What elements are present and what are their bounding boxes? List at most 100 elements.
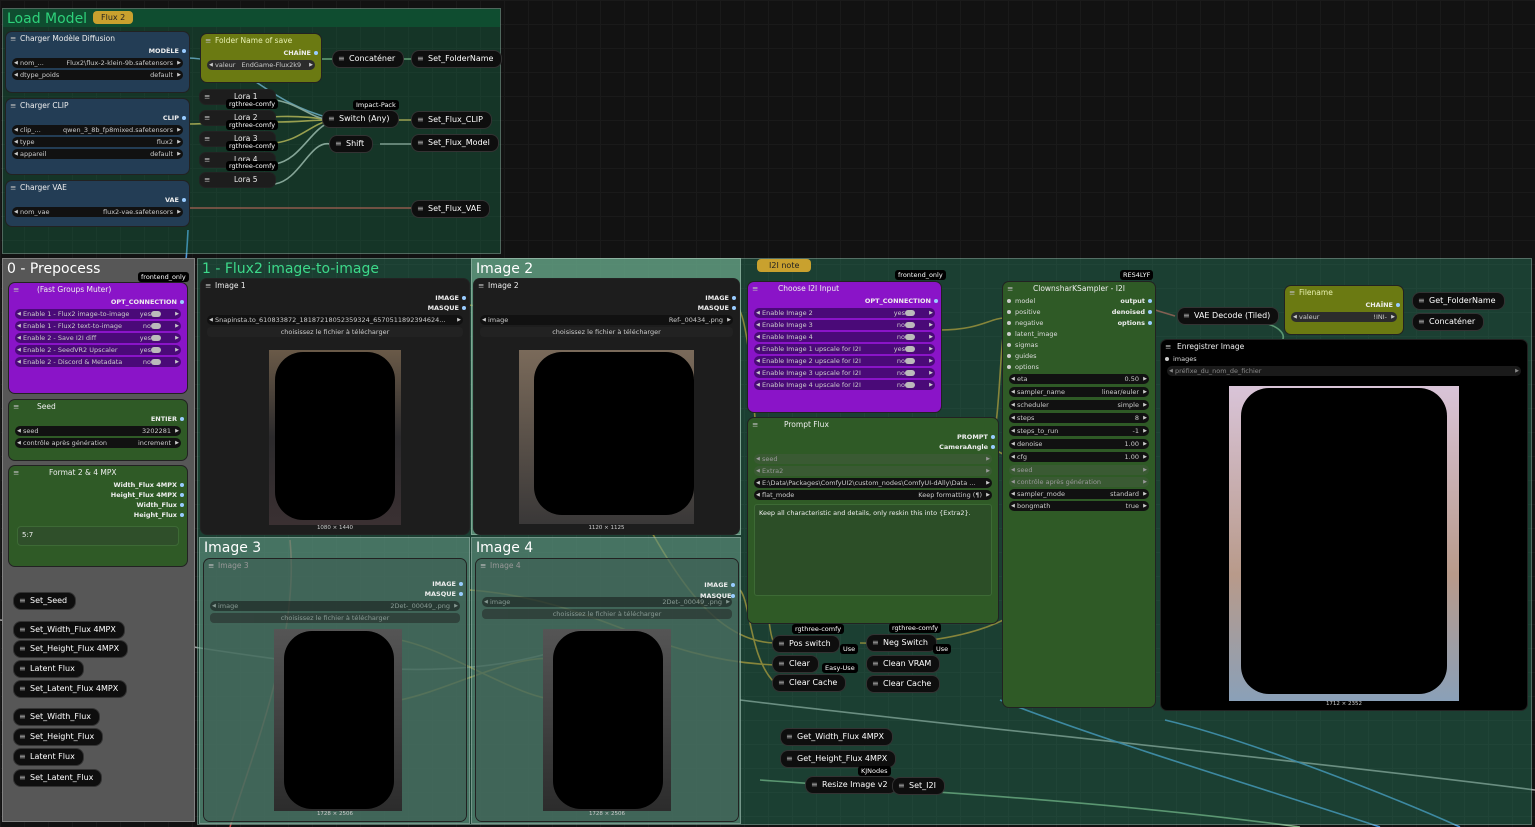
switch-any-node[interactable]: Switch (Any): [323, 111, 398, 127]
set-i2i-node[interactable]: Set_I2I: [893, 778, 944, 794]
resize-image-node[interactable]: Resize Image v2: [806, 777, 896, 793]
widget-scheduler[interactable]: schedulersimple: [1009, 400, 1149, 410]
muter-toggle-row[interactable]: Enable 2 - SeedVR2 Upscaleryes: [15, 345, 181, 355]
output-opt-connection[interactable]: OPT_CONNECTION: [748, 296, 941, 306]
format-node[interactable]: Format 2 & 4 MPX Width_Flux 4MPX Height_…: [9, 466, 187, 566]
set-node[interactable]: Set_Height_Flux 4MPX: [14, 641, 128, 657]
filename-node[interactable]: Filename CHAÎNE valeur!INI-: [1285, 286, 1403, 334]
seed-control-widget[interactable]: contrôle après générationincrement: [15, 438, 181, 448]
output-string[interactable]: CHAÎNE: [1285, 300, 1403, 310]
choose-toggle-row[interactable]: Enable Image 3 upscale for I2Ino: [754, 368, 935, 378]
output-height[interactable]: Height_Flux: [9, 510, 187, 520]
input-guides[interactable]: guides: [1003, 351, 1037, 361]
output-int[interactable]: ENTIER: [9, 414, 187, 424]
extra-input[interactable]: Extra2: [754, 466, 992, 476]
set-node[interactable]: Latent Flux: [14, 749, 83, 765]
output-image[interactable]: IMAGE: [474, 293, 739, 303]
output-camera-angle[interactable]: CameraAngle: [748, 442, 998, 452]
muter-toggle-row[interactable]: Enable 1 - Flux2 image-to-imageyes: [15, 309, 181, 319]
get-foldername-node[interactable]: Get_FolderName: [1413, 293, 1504, 309]
toggle-switch[interactable]: [905, 322, 915, 328]
image4-output-image[interactable]: IMAGE: [700, 580, 738, 590]
output-width[interactable]: Width_Flux: [9, 500, 187, 510]
clip-loader-node[interactable]: Charger CLIP CLIP clip_...qwen_3_8b_fp8m…: [6, 99, 189, 174]
image-2-node[interactable]: Image 2 IMAGE MASQUE imageRef-_00434_.pn…: [474, 279, 739, 534]
choose-i2i-node[interactable]: Choose I2I Input OPT_CONNECTION Enable I…: [748, 282, 941, 412]
type-widget[interactable]: typeflux2: [12, 137, 183, 147]
image-1-node[interactable]: Image 1 IMAGE MASQUE Snapinsta.to_610833…: [201, 279, 469, 534]
toggle-switch[interactable]: [905, 358, 915, 364]
vae-name-widget[interactable]: nom_vaeflux2-vae.safetensors: [12, 207, 183, 217]
seed-widget[interactable]: seed3202281: [15, 426, 181, 436]
choose-toggle-row[interactable]: Enable Image 2yes: [754, 308, 935, 318]
input-positive[interactable]: positive: [1003, 307, 1041, 317]
set-node[interactable]: Set_Height_Flux: [14, 729, 103, 745]
image4-output-mask[interactable]: MASQUE: [700, 591, 738, 601]
set-foldername-node[interactable]: Set_FolderName: [412, 51, 502, 67]
output-output[interactable]: output: [1120, 296, 1155, 306]
output-mask[interactable]: MASQUE: [204, 589, 466, 599]
output-model[interactable]: MODÈLE: [6, 46, 189, 56]
output-clip[interactable]: CLIP: [6, 113, 189, 123]
input-latent_image[interactable]: latent_image: [1003, 329, 1058, 339]
output-image[interactable]: IMAGE: [201, 293, 469, 303]
image-file-widget[interactable]: image2Det-_00049_.png: [210, 601, 460, 611]
choose-toggle-row[interactable]: Enable Image 4 upscale for I2Ino: [754, 380, 935, 390]
save-image-node[interactable]: Enregistrer Image images préfixe_du_nom_…: [1161, 340, 1527, 710]
upload-button[interactable]: choisissez le fichier à télécharger: [207, 327, 463, 337]
widget-sampler_name[interactable]: sampler_namelinear/euler: [1009, 387, 1149, 397]
lora-5-node[interactable]: Lora 5: [200, 173, 275, 187]
output-height-4mpx[interactable]: Height_Flux 4MPX: [9, 490, 187, 500]
set-flux-vae-node[interactable]: Set_Flux_VAE: [412, 201, 490, 217]
set-flux-model-node[interactable]: Set_Flux_Model: [412, 135, 498, 151]
clownshark-sampler-node[interactable]: ClownsharKSampler - I2I modelpositiveneg…: [1003, 282, 1155, 707]
toggle-switch[interactable]: [905, 382, 915, 388]
toggle-switch[interactable]: [151, 311, 161, 317]
muter-toggle-row[interactable]: Enable 2 - Save I2I diffyes: [15, 333, 181, 343]
image-3-node[interactable]: Image 3 IMAGE MASQUE image2Det-_00049_.p…: [204, 559, 466, 821]
choose-toggle-row[interactable]: Enable Image 1 upscale for I2Iyes: [754, 344, 935, 354]
upload-button[interactable]: choisissez le fichier à télécharger: [480, 327, 733, 337]
output-options[interactable]: options: [1118, 318, 1155, 328]
choose-toggle-row[interactable]: Enable Image 2 upscale for I2Ino: [754, 356, 935, 366]
image-4-node[interactable]: Image 4 image2Det-_00049_.png choisissez…: [476, 559, 738, 821]
muter-toggle-row[interactable]: Enable 1 - Flux2 text-to-imageno: [15, 321, 181, 331]
image-file-widget[interactable]: image2Det-_00049_.png: [482, 597, 732, 607]
toggle-switch[interactable]: [905, 346, 915, 352]
seed-input[interactable]: seed: [1009, 465, 1149, 475]
widget-eta[interactable]: eta0.50: [1009, 374, 1149, 384]
widget-cfg[interactable]: cfg1.00: [1009, 452, 1149, 462]
control-widget[interactable]: contrôle après génération: [1009, 477, 1149, 487]
set-flux-clip-node[interactable]: Set_Flux_CLIP: [412, 112, 491, 128]
toggle-switch[interactable]: [905, 310, 915, 316]
output-image[interactable]: IMAGE: [204, 579, 466, 589]
input-images[interactable]: images: [1161, 354, 1527, 364]
prompt-textarea[interactable]: Keep all characteristic and details, onl…: [754, 504, 992, 596]
pos-switch-node[interactable]: Pos switch: [773, 636, 839, 652]
upload-button[interactable]: choisissez le fichier à télécharger: [482, 609, 732, 619]
input-options[interactable]: options: [1003, 362, 1039, 372]
diffusion-loader-node[interactable]: Charger Modèle Diffusion MODÈLE nom_...F…: [6, 32, 189, 92]
image-file-widget[interactable]: Snapinsta.to_610833872_18187218052359324…: [207, 315, 463, 325]
folder-name-node[interactable]: Folder Name of save CHAÎNE valeur EndGam…: [201, 34, 321, 82]
output-string[interactable]: CHAÎNE: [201, 48, 321, 58]
set-node[interactable]: Set_Seed: [14, 593, 76, 609]
vae-loader-node[interactable]: Charger VAE VAE nom_vaeflux2-vae.safeten…: [6, 181, 189, 226]
set-node[interactable]: Set_Width_Flux: [14, 709, 100, 725]
dtype-widget[interactable]: dtype_poidsdefault: [12, 70, 183, 80]
get-width-4mpx-node[interactable]: Get_Width_Flux 4MPX: [781, 729, 892, 745]
seed-node[interactable]: Seed ENTIER seed3202281 contrôle après g…: [9, 400, 187, 460]
model-name-widget[interactable]: nom_...Flux2\flux-2-klein-9b.safetensors: [12, 58, 183, 68]
concat-node-2[interactable]: Concaténer: [1413, 314, 1484, 330]
clip-name-widget[interactable]: clip_...qwen_3_8b_fp8mixed.safetensors: [12, 125, 183, 135]
choose-toggle-row[interactable]: Enable Image 4no: [754, 332, 935, 342]
clear-cache-node-2[interactable]: Clear Cache: [867, 676, 940, 692]
choose-toggle-row[interactable]: Enable Image 3no: [754, 320, 935, 330]
path-widget[interactable]: E:\Data\Packages\ComfyUI2\custom_nodes\C…: [754, 478, 992, 488]
sampler-mode-widget[interactable]: sampler_modestandard: [1009, 489, 1149, 499]
muter-toggle-row[interactable]: Enable 2 - Discord & Metadatano: [15, 357, 181, 367]
toggle-switch[interactable]: [151, 347, 161, 353]
concat-node[interactable]: Concaténer: [333, 51, 404, 67]
toggle-switch[interactable]: [151, 359, 161, 365]
widget-steps_to_run[interactable]: steps_to_run-1: [1009, 426, 1149, 436]
